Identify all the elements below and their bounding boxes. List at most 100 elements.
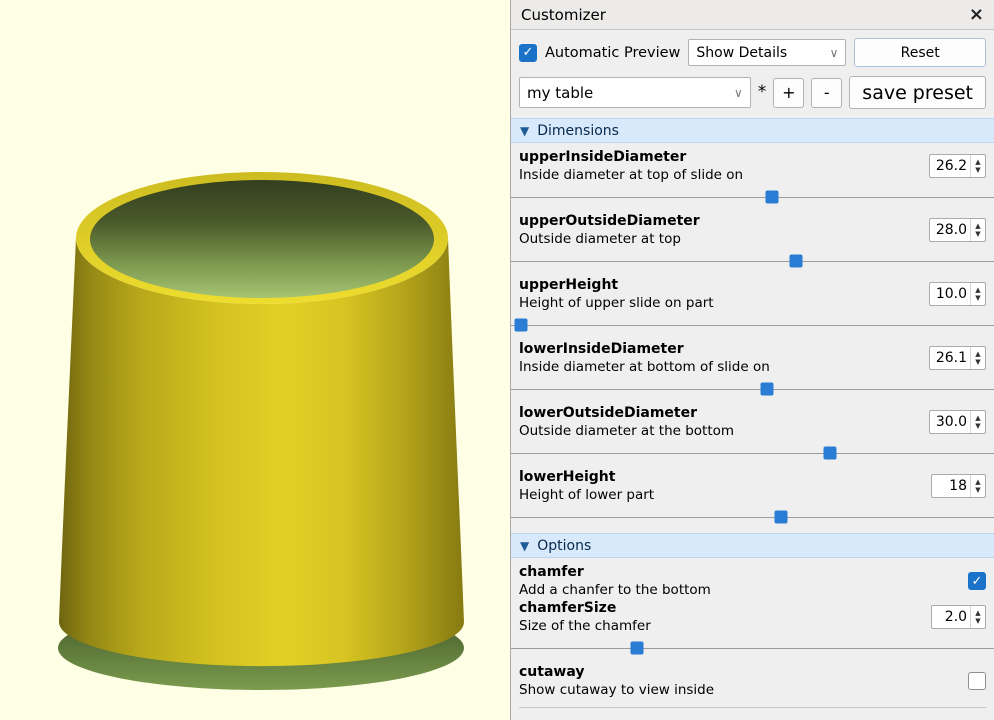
divider [519, 707, 986, 708]
param-name: upperOutsideDiameter [519, 212, 921, 230]
save-preset-label: save preset [862, 82, 973, 104]
param-desc: Add a chanfer to the bottom [519, 581, 968, 599]
automatic-preview-label: Automatic Preview [545, 45, 680, 61]
param-name: cutaway [519, 663, 968, 681]
spinbox-buttons: ▲ ▼ [970, 155, 985, 177]
slider-handle[interactable] [514, 318, 527, 331]
model-inner-cavity [90, 180, 434, 298]
spin-up-icon[interactable]: ▲ [975, 286, 980, 294]
customizer-panel: Customizer × ✓ Automatic Preview Show De… [510, 0, 994, 720]
upperOutsideDiameter-slider[interactable] [511, 250, 994, 271]
spinbox-value: 28.0 [930, 219, 970, 241]
param-name: lowerHeight [519, 468, 923, 486]
show-details-dropdown[interactable]: Show Details ∨ [688, 39, 846, 66]
upperOutsideDiameter-spinbox[interactable]: 28.0 ▲ ▼ [929, 218, 986, 242]
slider-track [511, 325, 994, 326]
preset-row: my table ∨ * + - save preset [511, 72, 994, 118]
upperHeight-spinbox[interactable]: 10.0 ▲ ▼ [929, 282, 986, 306]
chevron-down-icon: ∨ [724, 86, 743, 100]
automatic-preview-checkbox[interactable]: ✓ [519, 44, 537, 62]
spin-up-icon[interactable]: ▲ [975, 222, 980, 230]
section-header-dimensions[interactable]: ▼ Dimensions [511, 118, 994, 143]
param-cutaway: cutaway Show cutaway to view inside ✓ [511, 658, 994, 708]
add-preset-button[interactable]: + [773, 78, 804, 108]
remove-preset-label: - [824, 83, 830, 102]
upperHeight-slider[interactable] [511, 314, 994, 335]
spin-down-icon[interactable]: ▼ [975, 230, 980, 238]
param-desc: Height of upper slide on part [519, 294, 921, 312]
remove-preset-button[interactable]: - [811, 78, 842, 108]
show-details-value: Show Details [696, 45, 787, 61]
collapse-triangle-icon: ▼ [520, 540, 529, 552]
spin-down-icon[interactable]: ▼ [975, 294, 980, 302]
spin-up-icon[interactable]: ▲ [975, 478, 980, 486]
lowerHeight-spinbox[interactable]: 18 ▲ ▼ [931, 474, 986, 498]
check-icon: ✓ [523, 46, 534, 59]
param-desc: Height of lower part [519, 486, 923, 504]
chamferSize-slider[interactable] [511, 637, 994, 658]
param-name: chamfer [519, 563, 968, 581]
customizer-toolbar: ✓ Automatic Preview Show Details ∨ Reset [511, 30, 994, 72]
preset-modified-marker: * [758, 84, 767, 101]
spinbox-buttons: ▲ ▼ [970, 411, 985, 433]
spinbox-value: 26.2 [930, 155, 970, 177]
spin-up-icon[interactable]: ▲ [975, 414, 980, 422]
cutaway-checkbox[interactable]: ✓ [968, 672, 986, 690]
section-header-options[interactable]: ▼ Options [511, 533, 994, 558]
spin-up-icon[interactable]: ▲ [975, 350, 980, 358]
spin-up-icon[interactable]: ▲ [975, 158, 980, 166]
lowerOutsideDiameter-slider[interactable] [511, 442, 994, 463]
spin-down-icon[interactable]: ▼ [975, 358, 980, 366]
spin-down-icon[interactable]: ▼ [975, 166, 980, 174]
spinbox-value: 30.0 [930, 411, 970, 433]
spin-down-icon[interactable]: ▼ [975, 422, 980, 430]
spinbox-value: 18 [932, 475, 970, 497]
panel-title: Customizer [521, 6, 969, 24]
spinbox-buttons: ▲ ▼ [970, 606, 985, 628]
param-name: upperInsideDiameter [519, 148, 921, 166]
lowerHeight-slider[interactable] [511, 506, 994, 527]
customizer-titlebar: Customizer × [511, 0, 994, 30]
slider-track [511, 197, 994, 198]
param-lowerInsideDiameter: lowerInsideDiameter Inside diameter at b… [511, 335, 994, 399]
param-desc: Show cutaway to view inside [519, 681, 968, 699]
param-desc: Inside diameter at bottom of slide on [519, 358, 921, 376]
spinbox-value: 2.0 [932, 606, 970, 628]
upperInsideDiameter-spinbox[interactable]: 26.2 ▲ ▼ [929, 154, 986, 178]
reset-button[interactable]: Reset [854, 38, 986, 67]
param-name: lowerInsideDiameter [519, 340, 921, 358]
slider-handle[interactable] [760, 382, 773, 395]
slider-handle[interactable] [765, 190, 778, 203]
3d-viewport[interactable] [0, 0, 510, 720]
param-upperOutsideDiameter: upperOutsideDiameter Outside diameter at… [511, 207, 994, 271]
spinbox-buttons: ▲ ▼ [970, 283, 985, 305]
preset-dropdown[interactable]: my table ∨ [519, 77, 751, 108]
param-name: chamferSize [519, 599, 923, 617]
slider-track [511, 389, 994, 390]
spin-up-icon[interactable]: ▲ [975, 609, 980, 617]
slider-track [511, 453, 994, 454]
save-preset-button[interactable]: save preset [849, 76, 986, 109]
upperInsideDiameter-slider[interactable] [511, 186, 994, 207]
close-icon[interactable]: × [969, 6, 984, 24]
param-chamfer-group: chamfer Add a chanfer to the bottom ✓ ch… [511, 558, 994, 658]
param-name: upperHeight [519, 276, 921, 294]
slider-handle[interactable] [789, 254, 802, 267]
preset-value: my table [527, 84, 593, 102]
slider-handle[interactable] [775, 510, 788, 523]
lowerInsideDiameter-spinbox[interactable]: 26.1 ▲ ▼ [929, 346, 986, 370]
slider-track [511, 261, 994, 262]
param-desc: Inside diameter at top of slide on [519, 166, 921, 184]
chamfer-checkbox[interactable]: ✓ [968, 572, 986, 590]
lowerOutsideDiameter-spinbox[interactable]: 30.0 ▲ ▼ [929, 410, 986, 434]
slider-handle[interactable] [823, 446, 836, 459]
spin-down-icon[interactable]: ▼ [975, 486, 980, 494]
slider-track [511, 648, 994, 649]
spin-down-icon[interactable]: ▼ [975, 617, 980, 625]
lowerInsideDiameter-slider[interactable] [511, 378, 994, 399]
chamferSize-spinbox[interactable]: 2.0 ▲ ▼ [931, 605, 986, 629]
param-desc: Outside diameter at the bottom [519, 422, 921, 440]
check-icon: ✓ [972, 575, 983, 588]
param-upperInsideDiameter: upperInsideDiameter Inside diameter at t… [511, 143, 994, 207]
slider-handle[interactable] [630, 641, 643, 654]
